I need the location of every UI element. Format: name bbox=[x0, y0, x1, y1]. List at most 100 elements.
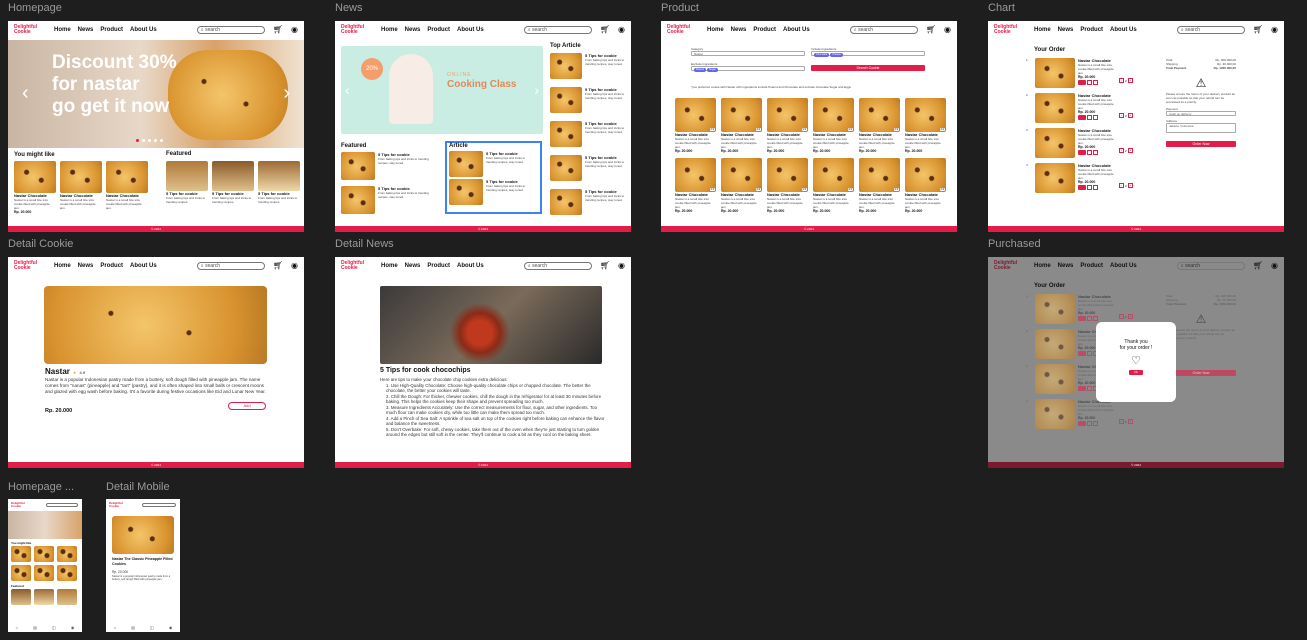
featured-card[interactable]: 5 Tips for cookie From baking tips and t… bbox=[212, 161, 254, 204]
increase-button[interactable]: + bbox=[1127, 113, 1133, 118]
home-icon[interactable]: ⌂ bbox=[114, 625, 116, 630]
article-item[interactable]: 5 Tips for cookie From baking tips and tr… bbox=[550, 121, 627, 147]
cart-icon[interactable]: ◫ bbox=[52, 625, 56, 630]
product-card[interactable] bbox=[57, 565, 77, 581]
featured-card[interactable] bbox=[34, 589, 54, 605]
logo[interactable]: Delightful Cookie bbox=[14, 25, 42, 35]
user-icon[interactable]: ◉ bbox=[169, 625, 173, 630]
edit-button[interactable] bbox=[1087, 386, 1092, 391]
search-input[interactable]: ⌕ search bbox=[523, 262, 592, 270]
edit-button[interactable] bbox=[1087, 351, 1092, 356]
delete-button[interactable] bbox=[1078, 185, 1086, 190]
article-item[interactable]: 5 Tips for cookie From baking tips and tr… bbox=[449, 151, 538, 177]
search-input[interactable]: ⌕ search bbox=[1176, 26, 1245, 34]
nav-news[interactable]: News bbox=[405, 263, 421, 269]
wishlist-button[interactable] bbox=[1093, 185, 1098, 190]
logo[interactable]: Delightful Cookie bbox=[341, 25, 369, 35]
wishlist-button[interactable] bbox=[1093, 80, 1098, 85]
product-card[interactable]: 4.9 Nastar Chocolate Nastar is a small bit… bbox=[813, 158, 854, 213]
article-item[interactable]: 5 Tips for cookie From baking tips and tr… bbox=[550, 87, 627, 113]
search-input[interactable]: ⌕ search bbox=[523, 26, 592, 34]
frame-label-purchased[interactable]: Purchased bbox=[988, 238, 1041, 250]
edit-button[interactable] bbox=[1087, 185, 1092, 190]
product-card[interactable]: 4.9 Nastar Chocolate Nastar is a small bit… bbox=[767, 98, 808, 153]
decrease-button[interactable]: − bbox=[1119, 113, 1124, 118]
logo[interactable]: Delightful Cookie bbox=[11, 502, 25, 508]
featured-card[interactable]: 5 Tips for cookie From baking tips and t… bbox=[166, 161, 208, 204]
user-icon[interactable]: ◉ bbox=[291, 262, 298, 270]
nav-news[interactable]: News bbox=[78, 263, 94, 269]
wishlist-button[interactable] bbox=[1093, 421, 1098, 426]
news-icon[interactable]: ▤ bbox=[33, 625, 37, 630]
search-input[interactable] bbox=[46, 503, 78, 507]
payment-field[interactable]: Cash on delivery bbox=[1166, 111, 1236, 116]
product-card[interactable]: Nastar Chocolate Nastar is a small bite … bbox=[14, 161, 56, 214]
product-card[interactable] bbox=[34, 546, 54, 562]
featured-card[interactable] bbox=[57, 589, 77, 605]
cart-icon[interactable]: ◫ bbox=[150, 625, 154, 630]
nav-home[interactable]: Home bbox=[381, 27, 398, 33]
cart-icon[interactable]: 🛒︎ bbox=[600, 262, 610, 270]
nav-product[interactable]: Product bbox=[427, 263, 450, 269]
product-card[interactable] bbox=[34, 565, 54, 581]
decrease-button[interactable]: − bbox=[1119, 148, 1124, 153]
cart-icon[interactable]: 🛒︎ bbox=[273, 26, 283, 34]
chevron-right-icon[interactable]: › bbox=[283, 82, 290, 105]
logo[interactable]: Delightful Cookie bbox=[667, 25, 695, 35]
product-card[interactable] bbox=[11, 546, 31, 562]
nav-news[interactable]: News bbox=[78, 27, 94, 33]
home-icon[interactable]: ⌂ bbox=[16, 625, 18, 630]
edit-button[interactable] bbox=[1087, 115, 1092, 120]
chip[interactable]: Chocolate bbox=[814, 53, 830, 57]
chevron-left-icon[interactable]: ‹ bbox=[345, 82, 350, 98]
address-field[interactable]: Jakarta, Indonesia bbox=[1166, 123, 1236, 133]
edit-button[interactable] bbox=[1087, 80, 1092, 85]
delete-button[interactable] bbox=[1078, 351, 1086, 356]
decrease-button[interactable]: − bbox=[1119, 314, 1124, 319]
product-card[interactable]: 4.9 Nastar Chocolate Nastar is a small bit… bbox=[721, 158, 762, 213]
frame-label-homepage[interactable]: Homepage bbox=[8, 2, 62, 14]
chevron-left-icon[interactable]: ‹ bbox=[22, 82, 29, 105]
edit-button[interactable] bbox=[1087, 150, 1092, 155]
decrease-button[interactable]: − bbox=[1119, 419, 1124, 424]
nav-product[interactable]: Product bbox=[100, 27, 123, 33]
user-icon[interactable]: ◉ bbox=[291, 26, 298, 34]
nav-product[interactable]: Product bbox=[427, 27, 450, 33]
nav-about[interactable]: About Us bbox=[783, 27, 810, 33]
logo[interactable]: Delightful Cookie bbox=[341, 261, 369, 271]
product-card[interactable]: 4.9 Nastar Chocolate Nastar is a small bit… bbox=[859, 98, 900, 153]
user-icon[interactable]: ◉ bbox=[944, 26, 951, 34]
increase-button[interactable]: + bbox=[1127, 419, 1133, 424]
nav-home[interactable]: Home bbox=[54, 263, 71, 269]
product-card[interactable]: 4.9 Nastar Chocolate Nastar is a small bit… bbox=[767, 158, 808, 213]
decrease-button[interactable]: − bbox=[1119, 78, 1124, 83]
featured-card[interactable] bbox=[11, 589, 31, 605]
wishlist-button[interactable] bbox=[1093, 150, 1098, 155]
search-cookie-button[interactable]: Search Cookie bbox=[811, 65, 925, 71]
nav-home[interactable]: Home bbox=[381, 263, 398, 269]
nav-product[interactable]: Product bbox=[753, 27, 776, 33]
nav-news[interactable]: News bbox=[1058, 27, 1074, 33]
frame-label-news[interactable]: News bbox=[335, 2, 363, 14]
product-card[interactable]: Nastar Chocolate Nastar is a small bite … bbox=[60, 161, 102, 214]
frame-label-chart[interactable]: Chart bbox=[988, 2, 1015, 14]
category-select[interactable]: Nastar bbox=[691, 51, 805, 56]
include-select[interactable]: Chocolate Cheese bbox=[811, 51, 925, 57]
user-icon[interactable]: ◉ bbox=[1271, 26, 1278, 34]
product-card[interactable] bbox=[11, 565, 31, 581]
article-section[interactable]: Article 5 Tips for cookie From baking tip… bbox=[445, 141, 542, 214]
delete-button[interactable] bbox=[1078, 115, 1086, 120]
add-button[interactable]: Add bbox=[228, 402, 266, 410]
product-card[interactable]: 4.9 Nastar Chocolate Nastar is a small bit… bbox=[905, 158, 946, 213]
featured-card[interactable]: 5 Tips for cookie From baking tips and t… bbox=[258, 161, 300, 204]
hero-banner[interactable] bbox=[8, 511, 82, 539]
increase-button[interactable]: + bbox=[1127, 148, 1133, 153]
delete-button[interactable] bbox=[1078, 316, 1086, 321]
nav-product[interactable]: Product bbox=[1080, 27, 1103, 33]
wishlist-button[interactable] bbox=[1093, 316, 1098, 321]
product-card[interactable]: 4.9 Nastar Chocolate Nastar is a small bit… bbox=[905, 98, 946, 153]
logo[interactable]: Delightful Cookie bbox=[14, 261, 42, 271]
frame-label-homepage-mobile[interactable]: Homepage ... bbox=[8, 481, 74, 493]
user-icon[interactable]: ◉ bbox=[618, 262, 625, 270]
delete-button[interactable] bbox=[1078, 386, 1086, 391]
